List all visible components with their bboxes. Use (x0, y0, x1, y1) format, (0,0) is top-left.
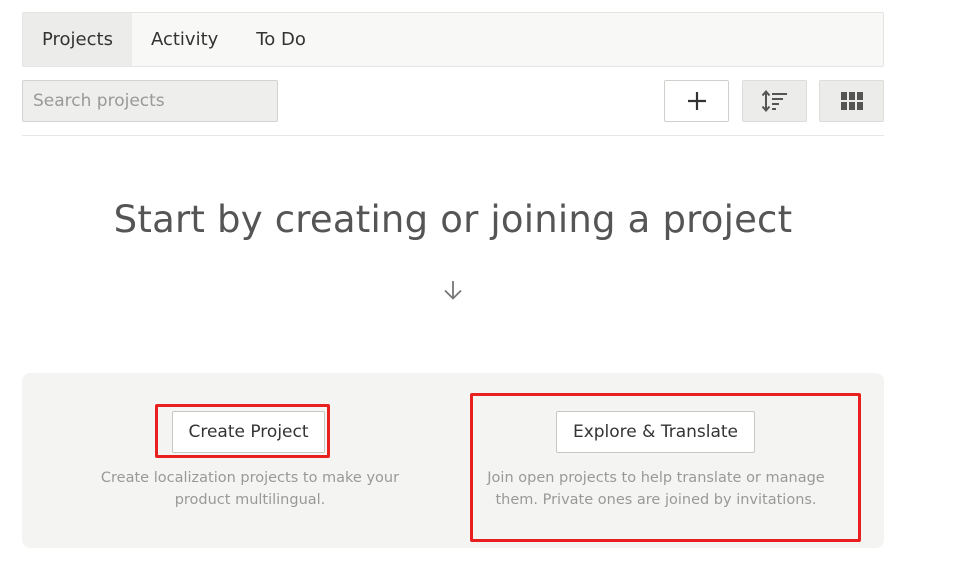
grid-view-button[interactable] (819, 80, 884, 122)
tab-to-do-label: To Do (256, 29, 306, 50)
create-project-button[interactable]: Create Project (172, 411, 325, 453)
plus-icon (687, 92, 706, 110)
sort-button[interactable] (742, 80, 807, 122)
explore-desc-line-1: Join open projects to help translate or … (487, 470, 825, 486)
explore-translate-label: Explore & Translate (572, 422, 739, 442)
tab-to-do[interactable]: To Do (237, 13, 325, 66)
arrow-down-icon (444, 281, 462, 300)
tab-projects-label: Projects (42, 29, 113, 50)
create-desc-line-2: product multilingual. (174, 492, 326, 508)
toolbar-divider (22, 135, 884, 136)
create-desc-line-1: Create localization projects to make you… (100, 470, 400, 486)
get-started-panel (22, 373, 884, 548)
empty-state-title: Start by creating or joining a project (113, 198, 793, 241)
tab-activity-label: Activity (150, 29, 219, 50)
explore-translate-description: Join open projects to help translate or … (478, 467, 834, 511)
create-project-description: Create localization projects to make you… (90, 467, 410, 511)
search-projects-input[interactable] (22, 80, 278, 122)
explore-desc-line-2: them. Private ones are joined by invitat… (495, 492, 817, 508)
tab-activity[interactable]: Activity (132, 13, 237, 66)
add-project-button[interactable] (664, 80, 729, 122)
create-project-label: Create Project (188, 422, 309, 442)
explore-translate-button[interactable]: Explore & Translate (556, 411, 755, 453)
grid-view-icon (840, 92, 863, 110)
main-tabs: Projects Activity To Do (22, 12, 884, 67)
sort-icon (761, 89, 787, 113)
tab-projects[interactable]: Projects (23, 13, 132, 66)
